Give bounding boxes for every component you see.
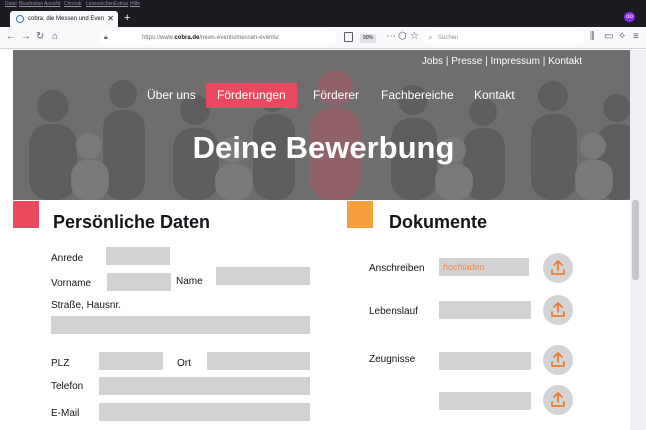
menu-ansicht[interactable]: Ansicht bbox=[44, 1, 60, 7]
top-links[interactable]: Jobs | Presse | Impressum | Kontakt bbox=[422, 56, 582, 68]
documents-section-marker bbox=[347, 201, 373, 228]
tab-close-icon[interactable]: ✕ bbox=[107, 14, 114, 24]
email-label: E-Mail bbox=[51, 408, 80, 419]
documents-section-title: Dokumente bbox=[389, 212, 488, 232]
zeugnisse-upload-button[interactable] bbox=[543, 345, 573, 375]
upload-arrow-icon bbox=[551, 352, 565, 367]
extensions-icon[interactable]: ✧ bbox=[618, 31, 626, 43]
search-bar[interactable]: ⌕ Suchen bbox=[424, 31, 584, 45]
name-label: Name bbox=[176, 276, 203, 287]
tab-strip: cobra: die Messen und Events ✕ + bbox=[0, 9, 646, 27]
anschreiben-label: Anschreiben bbox=[369, 263, 425, 274]
nav-fachbereiche[interactable]: Fachbereiche bbox=[381, 83, 454, 108]
reload-icon[interactable]: ↻ bbox=[36, 31, 44, 43]
plz-field[interactable] bbox=[99, 352, 163, 370]
lock-icon[interactable]: 🔒︎ bbox=[104, 32, 108, 44]
zeugnisse-field-2[interactable] bbox=[439, 392, 531, 410]
nav-foerderungen[interactable]: Förderungen bbox=[206, 83, 297, 108]
anrede-field[interactable] bbox=[106, 247, 170, 265]
hero-banner: Jobs | Presse | Impressum | Kontakt Über… bbox=[13, 50, 634, 200]
upload-arrow-icon bbox=[551, 302, 565, 317]
zoom-level[interactable]: 90% bbox=[360, 34, 377, 43]
scrollbar-thumb[interactable] bbox=[632, 200, 639, 280]
tab-title: cobra: die Messen und Events bbox=[28, 16, 104, 22]
zeugnisse-upload-button-2[interactable] bbox=[543, 385, 573, 415]
search-placeholder: Suchen bbox=[438, 35, 459, 41]
menu-bar: Datei Bearbeiten Ansicht Chronik Lesezei… bbox=[0, 0, 646, 9]
arrow-right-icon[interactable]: → bbox=[21, 31, 31, 43]
personal-section-marker bbox=[13, 201, 39, 228]
menu-lesezeichen[interactable]: Lesezeichen bbox=[86, 1, 114, 7]
menu-chronik[interactable]: Chronik bbox=[64, 1, 81, 7]
anrede-label: Anrede bbox=[51, 253, 84, 264]
upload-arrow-icon bbox=[551, 392, 565, 407]
telefon-field[interactable] bbox=[99, 377, 310, 395]
zeugnisse-field[interactable] bbox=[439, 352, 531, 370]
nav-foerderer[interactable]: Förderer bbox=[313, 83, 359, 108]
vorname-field[interactable] bbox=[107, 273, 171, 291]
address-bar[interactable]: 🔒︎ https://www.cobra.de/news-events/mess… bbox=[100, 31, 336, 45]
sidebar-icon[interactable]: ▭ bbox=[604, 31, 613, 43]
reader-view-icon[interactable] bbox=[344, 32, 353, 42]
url-text: https://www.cobra.de/news-events/messen-… bbox=[142, 35, 279, 41]
browser-tab[interactable]: cobra: die Messen und Events ✕ bbox=[10, 11, 118, 27]
nav-kontakt[interactable]: Kontakt bbox=[474, 83, 515, 108]
plz-label: PLZ bbox=[51, 358, 70, 369]
page-scrollbar[interactable] bbox=[630, 50, 646, 430]
lebenslauf-field[interactable] bbox=[439, 301, 531, 319]
ort-field[interactable] bbox=[207, 352, 310, 370]
menu-bearbeiten[interactable]: Bearbeiten bbox=[19, 1, 43, 7]
extension-badge-icon[interactable]: oo bbox=[624, 12, 635, 22]
more-actions-icon[interactable]: ⋯ bbox=[386, 31, 396, 43]
page-title: Deine Bewerbung bbox=[192, 130, 455, 165]
lebenslauf-upload-button[interactable] bbox=[543, 295, 573, 325]
strasse-field[interactable] bbox=[51, 316, 310, 334]
arrow-left-icon[interactable]: ← bbox=[6, 31, 16, 43]
anschreiben-field[interactable]: hochladen bbox=[439, 258, 529, 276]
search-icon: ⌕ bbox=[428, 33, 433, 42]
zeugnisse-label: Zeugnisse bbox=[369, 354, 416, 365]
menu-datei[interactable]: Datei bbox=[5, 1, 17, 7]
bookmark-star-icon[interactable]: ☆ bbox=[410, 31, 419, 43]
telefon-label: Telefon bbox=[51, 381, 84, 392]
navigation-toolbar: ← → ↻ ⌂ 🔒︎ https://www.cobra.de/news-eve… bbox=[0, 27, 646, 49]
menu-hilfe[interactable]: Hilfe bbox=[130, 1, 140, 7]
pocket-icon[interactable]: ⬡ bbox=[398, 31, 407, 43]
hamburger-menu-icon[interactable]: ≡ bbox=[633, 31, 639, 43]
new-tab-button[interactable]: + bbox=[124, 13, 130, 24]
nav-ueber-uns[interactable]: Über uns bbox=[147, 83, 196, 108]
web-page: Jobs | Presse | Impressum | Kontakt Über… bbox=[13, 50, 634, 430]
vorname-label: Vorname bbox=[51, 278, 92, 289]
strasse-label: Straße, Hausnr. bbox=[51, 300, 122, 311]
anschreiben-upload-button[interactable] bbox=[543, 253, 573, 283]
upload-arrow-icon bbox=[551, 260, 565, 275]
cobra-favicon-icon bbox=[16, 15, 24, 23]
library-icon[interactable]: ⫼ bbox=[590, 31, 595, 43]
ort-label: Ort bbox=[177, 358, 191, 369]
email-field[interactable] bbox=[99, 403, 310, 421]
hero-crowd-image bbox=[13, 50, 634, 200]
personal-section-title: Persönliche Daten bbox=[53, 212, 211, 232]
menu-extras[interactable]: Extras bbox=[114, 1, 128, 7]
lebenslauf-label: Lebenslauf bbox=[369, 306, 418, 317]
home-icon[interactable]: ⌂ bbox=[52, 31, 58, 43]
name-field[interactable] bbox=[216, 267, 310, 285]
